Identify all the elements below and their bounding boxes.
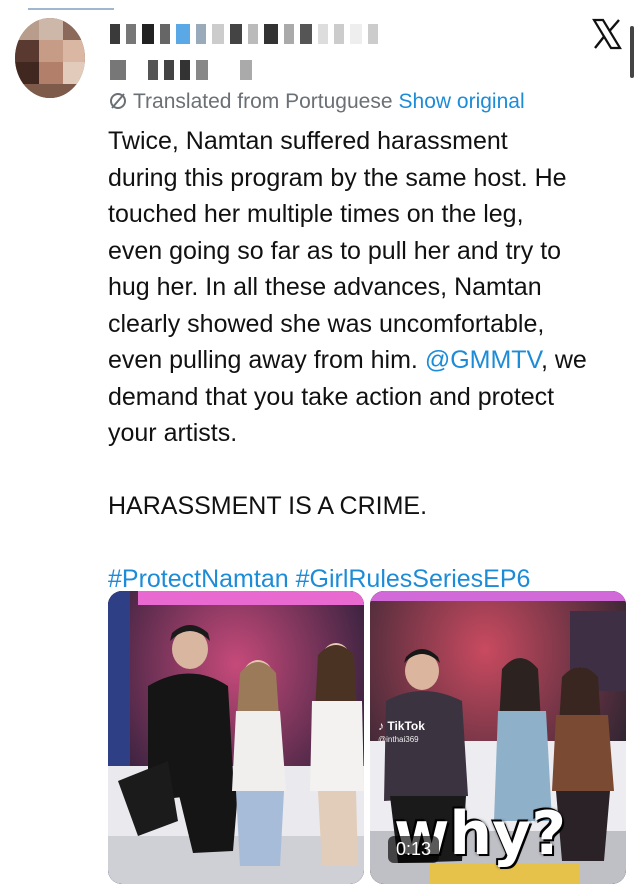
username-redacted[interactable] — [110, 60, 252, 80]
scrollbar[interactable] — [630, 26, 634, 78]
tweet-line: demand that you take action and protect — [108, 382, 555, 411]
translation-note: Translated from Portuguese — [133, 90, 393, 113]
media-video-right[interactable]: ♪ TikTok @inthai369 why? 0:13 — [370, 591, 626, 884]
tweet-text-segment: , we — [540, 346, 587, 374]
translation-bar: Translated from Portuguese Show original — [108, 90, 525, 114]
tweet-text-segment: even pulling away from him. — [108, 346, 425, 374]
tweet-line: touched her multiple times on the leg, — [108, 200, 524, 228]
avatar[interactable] — [15, 18, 85, 98]
tweet-line: your artists. — [108, 419, 238, 447]
tweet-text: Twice, Namtan suffered harassment during… — [108, 123, 628, 598]
tiktok-label: TikTok — [387, 719, 425, 733]
show-original-link[interactable]: Show original — [399, 90, 525, 113]
hashtag-link[interactable]: #GirlRulesSeriesEP6 — [296, 565, 531, 593]
tweet-line-shout: HARASSMENT IS A CRIME. — [108, 492, 428, 520]
x-logo-icon[interactable] — [592, 18, 622, 50]
tweet-line: during this program by the same host. He — [108, 163, 567, 192]
hashtag-link[interactable]: #ProtectNamtan — [108, 565, 289, 593]
tweet-line: Twice, Namtan suffered harassment — [108, 127, 508, 155]
translate-slash-icon — [110, 93, 126, 109]
video-duration-badge: 0:13 — [388, 836, 440, 863]
media-image-left[interactable] — [108, 591, 364, 884]
tiktok-username: @inthai369 — [378, 735, 419, 744]
top-divider — [28, 8, 114, 10]
mention-link[interactable]: @GMMTV — [425, 346, 541, 374]
studio-photo — [108, 591, 364, 884]
tweet-line: even pulling away from him. @GMMTV, we — [108, 342, 628, 379]
tiktok-icon: ♪ — [378, 719, 384, 733]
tiktok-watermark: ♪ TikTok @inthai369 — [378, 719, 425, 744]
tweet-line: hug her. In all these advances, Namtan — [108, 273, 542, 301]
tweet-line: clearly showed she was uncomfortable, — [108, 309, 545, 338]
display-name-redacted[interactable] — [110, 24, 378, 44]
tweet-line: even going so far as to pull her and try… — [108, 236, 562, 265]
